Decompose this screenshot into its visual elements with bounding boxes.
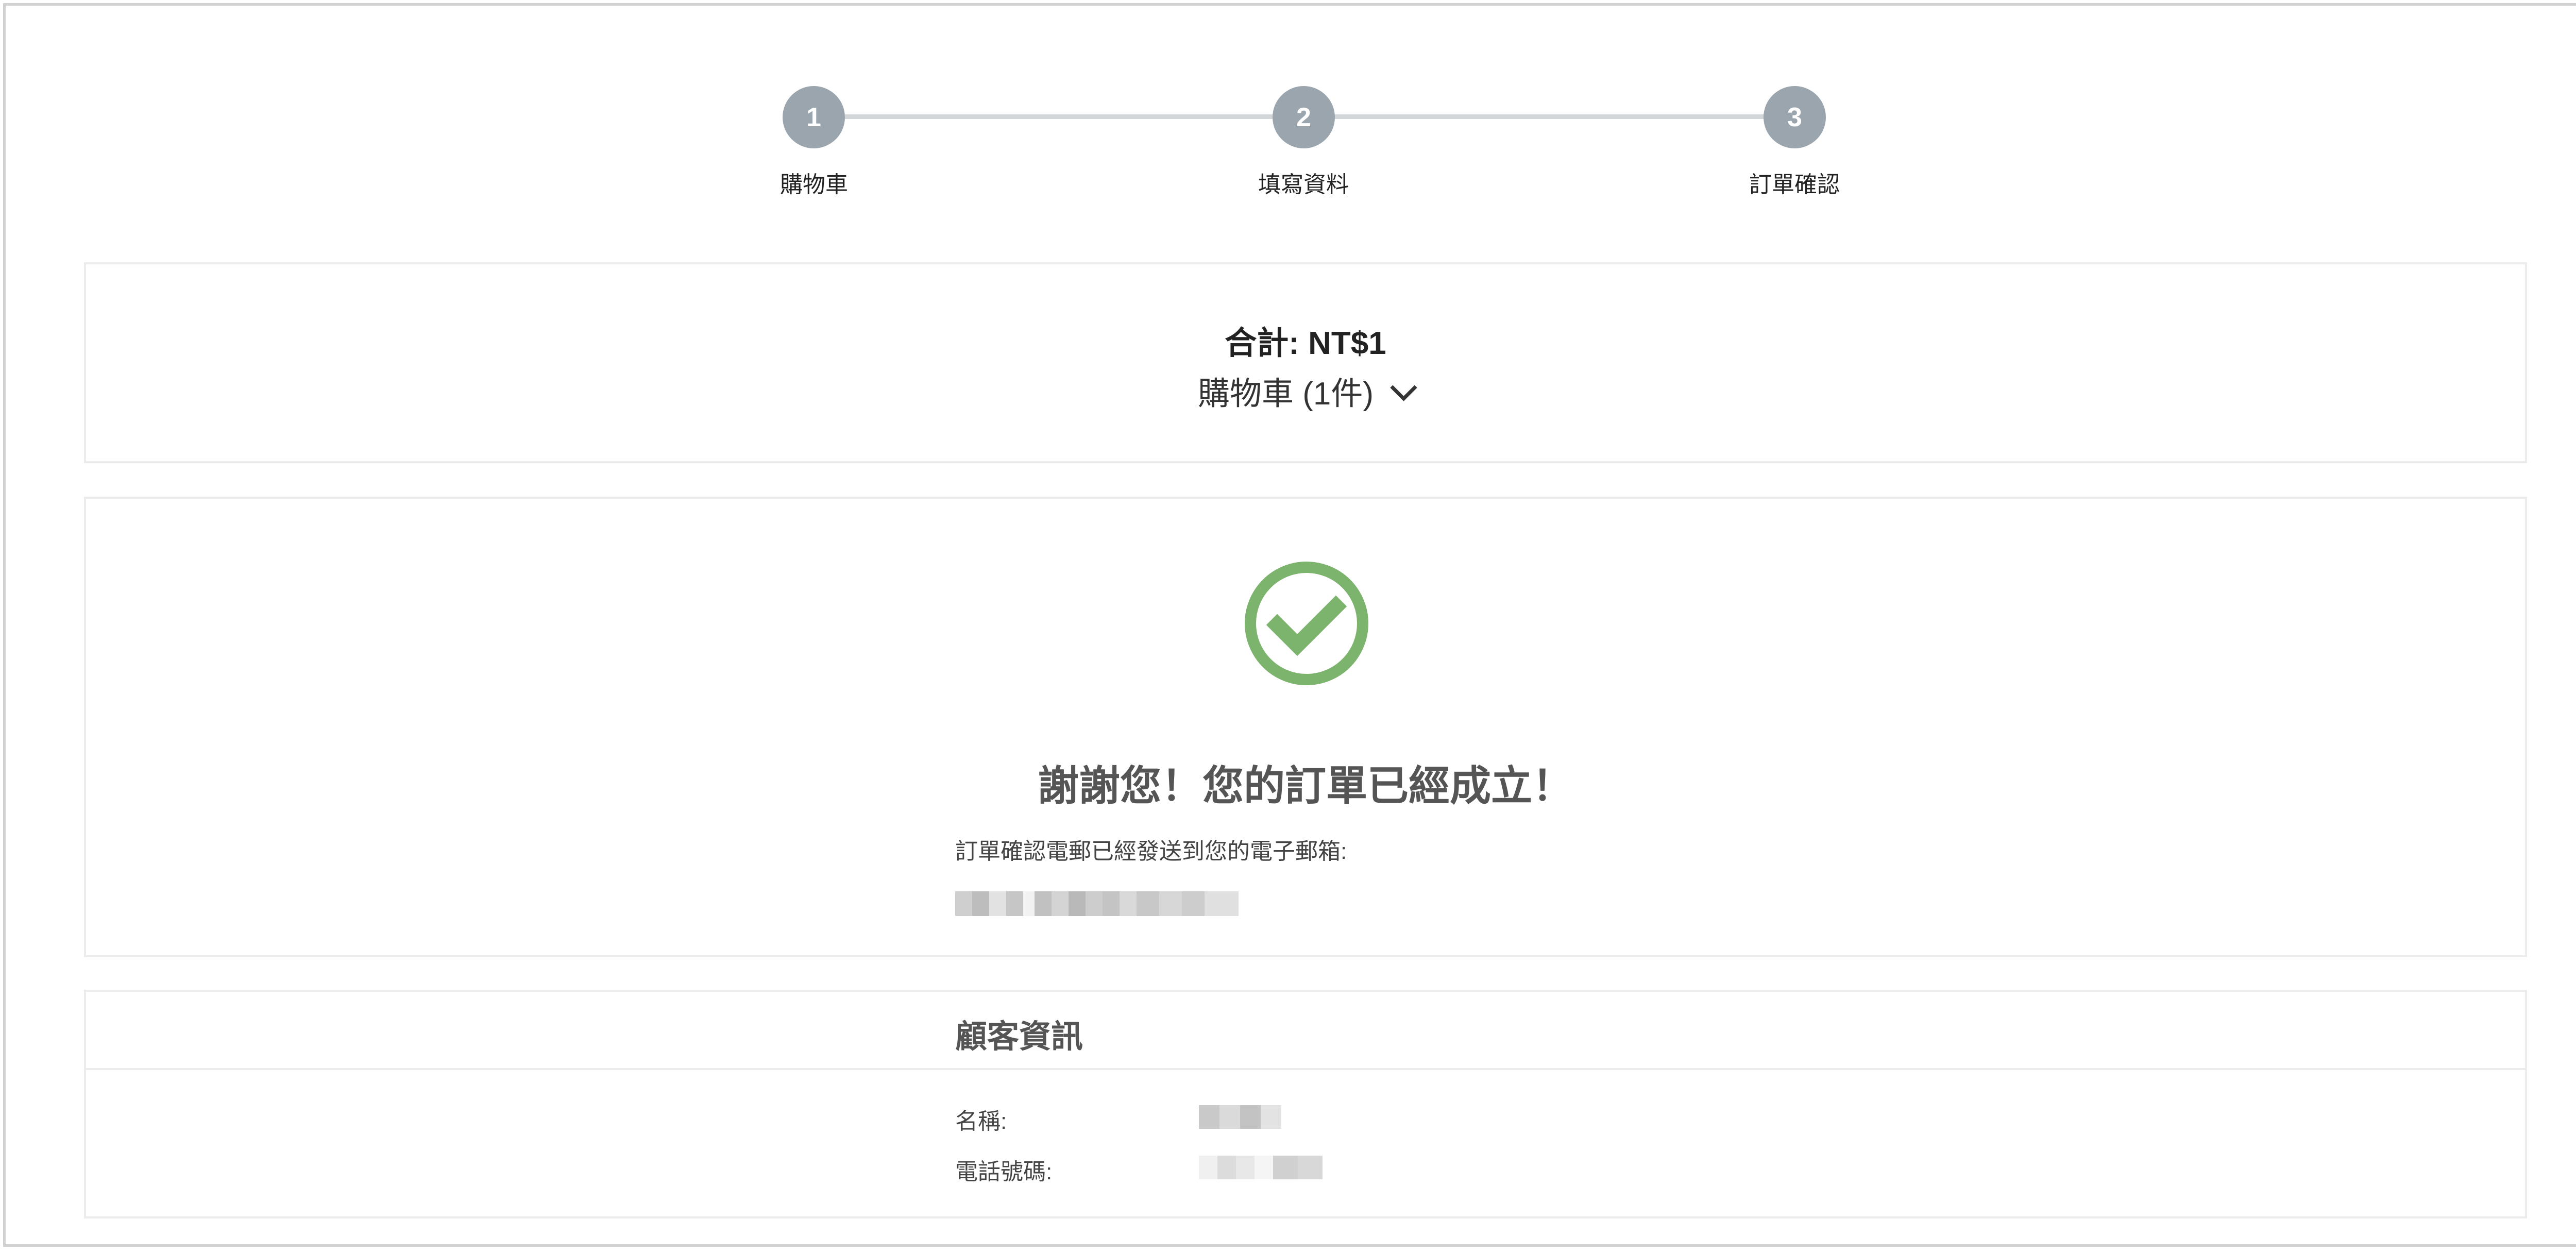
step-1-label: 購物車 xyxy=(780,172,848,197)
email-sent-label: 訂單確認電郵已經發送到您的電子郵箱: xyxy=(955,839,1347,864)
step-2-label: 填寫資料 xyxy=(1258,172,1349,197)
check-circle-icon xyxy=(1245,562,1368,685)
step-3-label: 訂單確認 xyxy=(1749,172,1840,197)
redacted-email xyxy=(955,891,1239,916)
step-1-circle: 1 xyxy=(783,86,845,148)
customer-name-label: 名稱: xyxy=(955,1109,1007,1134)
customer-info-card: 顧客資訊 名稱: 電話號碼: xyxy=(84,990,2527,1218)
cart-count-label: 購物車 (1件) xyxy=(1197,376,1374,412)
step-3-circle: 3 xyxy=(1764,86,1826,148)
order-total: 合計: NT$1 xyxy=(1225,326,1386,361)
redacted-customer-name xyxy=(1199,1105,1281,1129)
customer-info-title: 顧客資訊 xyxy=(955,1019,1083,1055)
step-2-circle: 2 xyxy=(1273,86,1335,148)
chevron-down-icon xyxy=(1390,374,1417,401)
customer-info-header: 顧客資訊 xyxy=(86,992,2525,1070)
redacted-customer-phone xyxy=(1199,1156,1323,1179)
order-success-card: 謝謝您！您的訂單已經成立！ 訂單確認電郵已經發送到您的電子郵箱: xyxy=(84,497,2527,957)
customer-phone-label: 電話號碼: xyxy=(955,1159,1053,1184)
stepper-connector-2-3 xyxy=(1334,114,1788,119)
stepper-connector-1-2 xyxy=(845,114,1298,119)
order-success-title: 謝謝您！您的訂單已經成立！ xyxy=(1038,763,1573,809)
order-summary-card: 合計: NT$1 購物車 (1件) xyxy=(84,262,2527,463)
cart-toggle[interactable]: 購物車 (1件) xyxy=(86,367,2525,414)
